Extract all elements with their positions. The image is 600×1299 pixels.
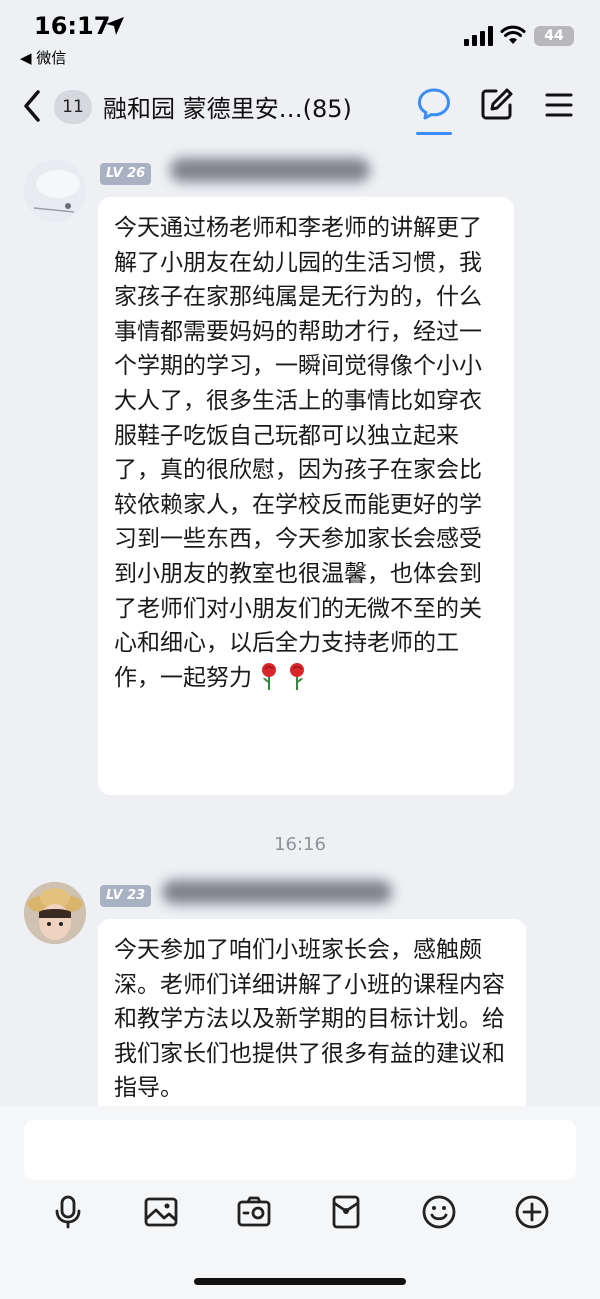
chat-bubble-icon[interactable] <box>416 86 452 122</box>
message-timestamp: 16:16 <box>274 834 326 855</box>
avatar-image <box>24 882 86 944</box>
status-bar: 16:17 ◀ 微信 44 <box>0 0 600 72</box>
edit-icon[interactable] <box>480 87 514 121</box>
sender-name-redacted <box>162 880 392 904</box>
unread-count-badge: 11 <box>54 90 92 124</box>
level-badge: LV 23 <box>100 885 152 907</box>
back-to-wechat-link[interactable]: ◀ 微信 <box>20 47 66 68</box>
image-icon[interactable] <box>143 1194 179 1230</box>
back-arrow-icon[interactable] <box>18 86 46 126</box>
camera-icon[interactable] <box>236 1194 272 1230</box>
message-text: 今天参加了咱们小班家长会，感触颇深。老师们详细讲解了小班的课程内容和教学方法以及… <box>98 919 526 1122</box>
battery-level: 44 <box>544 28 564 44</box>
message-bubble[interactable]: 今天参加了咱们小班家长会，感触颇深。老师们详细讲解了小班的课程内容和教学方法以及… <box>98 919 526 1119</box>
message-input[interactable] <box>24 1120 576 1180</box>
message-text-content: 今天通过杨老师和李老师的讲解更了解了小朋友在幼儿园的生活习惯，我家孩子在家那纯属… <box>114 215 482 691</box>
group-title[interactable]: 融和园 蒙德里安…(85) <box>103 89 352 124</box>
active-tab-indicator <box>416 132 452 135</box>
emoji-icon[interactable] <box>421 1194 457 1230</box>
level-badge: LV 26 <box>100 163 152 185</box>
input-area <box>0 1106 600 1299</box>
menu-icon[interactable] <box>544 90 574 120</box>
nav-bar: 11 融和园 蒙德里安…(85) <box>0 72 600 142</box>
rose-icon <box>262 662 276 690</box>
avatar[interactable] <box>24 160 86 222</box>
signal-icon <box>464 26 493 46</box>
plus-icon[interactable] <box>514 1194 550 1230</box>
avatar[interactable] <box>24 882 86 944</box>
red-packet-icon[interactable] <box>328 1194 364 1230</box>
microphone-icon[interactable] <box>50 1194 86 1230</box>
wifi-icon <box>500 25 526 44</box>
message-text-content: 今天参加了咱们小班家长会，感触颇深。老师们详细讲解了小班的课程内容和教学方法以及… <box>114 937 505 1102</box>
sender-name-redacted <box>170 158 370 182</box>
battery-icon: 44 <box>534 26 574 46</box>
rose-icon <box>290 662 304 690</box>
location-arrow-icon <box>106 17 124 35</box>
status-time: 16:17 <box>34 12 111 40</box>
avatar-image <box>24 160 86 222</box>
home-indicator <box>194 1278 406 1285</box>
message-bubble[interactable]: 今天通过杨老师和李老师的讲解更了解了小朋友在幼儿园的生活习惯，我家孩子在家那纯属… <box>98 197 514 795</box>
message-text: 今天通过杨老师和李老师的讲解更了解了小朋友在幼儿园的生活习惯，我家孩子在家那纯属… <box>98 197 514 711</box>
